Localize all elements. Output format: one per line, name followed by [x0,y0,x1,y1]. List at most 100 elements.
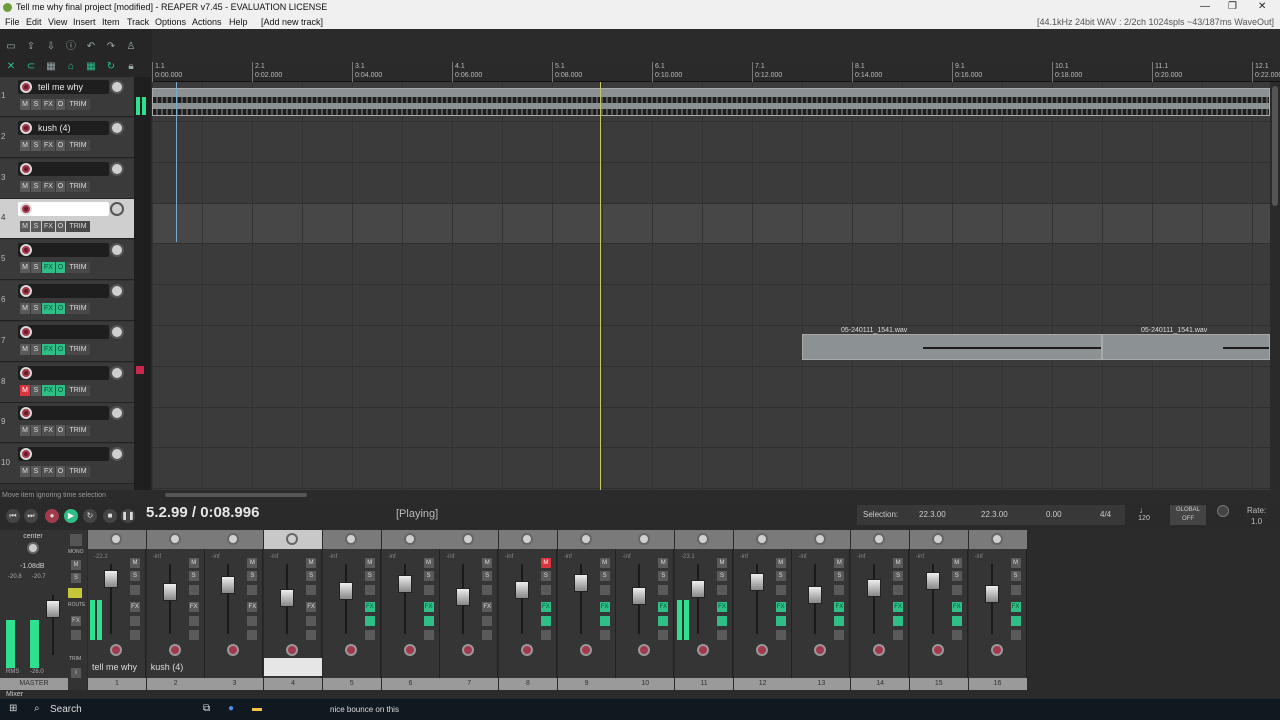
record-arm-icon[interactable] [579,644,592,656]
save-project-icon[interactable]: ⇩ [45,41,57,53]
strip-mute-button[interactable]: M [540,558,551,568]
solo-button[interactable]: S [31,384,41,396]
strip-fx-button[interactable]: FX [893,602,904,612]
track-header[interactable]: 7 M S FX O TRIM [0,321,134,362]
record-arm-icon[interactable] [462,644,475,656]
menu-actions[interactable]: Actions [192,17,222,27]
record-arm-icon[interactable] [20,121,32,134]
menu-options[interactable]: Options [155,17,186,27]
mixer-strip[interactable]: -inf M S FX 15 [909,530,968,690]
strip-name[interactable] [851,658,909,676]
track-header[interactable]: 1 tell me why M S FX O TRIM [0,77,134,117]
fx-bypass-button[interactable]: O [56,99,65,110]
fx-bypass-button[interactable]: O [56,343,65,355]
fx-button[interactable]: FX [42,180,55,192]
track-header[interactable]: 2 kush (4) M S FX O TRIM [0,117,134,158]
mute-button[interactable]: M [20,262,30,274]
strip-route-button[interactable] [188,630,199,640]
strip-fx-button[interactable]: FX [1010,602,1021,612]
strip-fx-bypass-button[interactable] [599,616,610,626]
fx-button[interactable]: FX [42,139,55,151]
fx-bypass-button[interactable]: O [56,466,65,478]
master-route-button[interactable]: ROUTE [68,602,86,608]
fx-bypass-button[interactable]: O [56,221,65,233]
strip-fx-button[interactable]: FX [834,602,845,612]
menu-add-new-track[interactable]: [Add new track] [261,17,323,27]
selection-start[interactable]: 22.3.00 [919,510,946,519]
strip-phase-button[interactable] [775,585,786,595]
strip-route-button[interactable] [951,630,962,640]
strip-fx-bypass-button[interactable] [775,616,786,626]
strip-phase-button[interactable] [482,585,493,595]
metronome-icon[interactable]: ♙ [125,41,137,53]
strip-mute-button[interactable]: M [247,558,258,568]
fader-cap[interactable] [691,580,705,598]
strip-name[interactable] [734,658,792,676]
strip-name[interactable] [616,658,674,676]
strip-fx-button[interactable]: FX [540,602,551,612]
strip-solo-button[interactable]: S [540,571,551,581]
strip-name[interactable] [910,658,968,676]
strip-fx-bypass-button[interactable] [188,616,199,626]
strip-route-button[interactable] [1010,630,1021,640]
mixer-strip[interactable]: -inf M S FX 13 [792,530,851,690]
fader-cap[interactable] [749,573,764,591]
solo-button[interactable]: S [31,180,41,192]
strip-fx-button[interactable]: FX [951,602,962,612]
strip-solo-button[interactable]: S [423,571,434,581]
mute-button[interactable]: M [20,425,30,437]
fader-cap[interactable] [456,588,471,606]
fader-cap[interactable] [867,579,882,597]
fx-bypass-button[interactable]: O [56,384,65,396]
pan-knob[interactable] [344,533,357,545]
mixer-strip[interactable]: -inf M S FX 3 [205,530,264,690]
master-mute-button[interactable]: M [71,560,81,570]
strip-solo-button[interactable]: S [306,571,317,581]
track-header[interactable]: 9 M S FX O TRIM [0,403,134,444]
strip-solo-button[interactable]: S [364,571,375,581]
strip-fx-bypass-button[interactable] [834,616,845,626]
strip-fx-button[interactable]: FX [130,602,140,612]
record-arm-icon[interactable] [814,644,827,656]
fader-cap[interactable] [338,582,353,600]
solo-button[interactable]: S [31,221,41,233]
volume-knob[interactable] [110,202,124,217]
master-info-icon[interactable]: i [71,668,81,678]
record-arm-icon[interactable] [520,644,533,656]
mixer-strip[interactable]: -23.1 M S FX 11 [675,530,733,690]
strip-name[interactable] [323,658,381,676]
strip-name[interactable]: tell me why [88,658,146,676]
record-arm-icon[interactable] [20,162,32,175]
mute-button[interactable]: M [20,99,30,110]
strip-phase-button[interactable] [306,585,317,595]
strip-name[interactable] [382,658,440,676]
fx-bypass-button[interactable]: O [56,425,65,437]
strip-phase-button[interactable] [423,585,434,595]
strip-fx-bypass-button[interactable] [951,616,962,626]
minimize-button[interactable]: — [1200,1,1210,12]
playrate[interactable]: Rate: 1.0 [1247,505,1266,527]
volume-knob[interactable] [110,284,124,298]
track-header[interactable]: 10 M S FX O TRIM [0,444,134,485]
strip-route-button[interactable] [893,630,904,640]
strip-phase-button[interactable] [658,585,669,595]
record-arm-icon[interactable] [755,644,768,656]
strip-name[interactable] [499,658,557,676]
mute-button[interactable]: M [20,466,30,478]
strip-name[interactable] [792,658,850,676]
master-mono-button[interactable]: MONO [68,549,84,555]
mixer-strip[interactable]: -inf M S FX 9 [557,530,616,690]
strip-mute-button[interactable]: M [599,558,610,568]
volume-knob[interactable] [110,120,124,135]
record-arm-icon[interactable] [990,644,1003,656]
undo-icon[interactable]: ↶ [85,41,97,53]
master-pan-knob[interactable] [27,542,39,554]
record-arm-icon[interactable] [344,644,357,656]
strip-solo-button[interactable]: S [951,571,962,581]
record-arm-icon[interactable] [110,644,122,656]
strip-fx-button[interactable]: FX [247,602,258,612]
strip-name[interactable]: kush (4) [147,658,205,676]
maximize-button[interactable]: ❐ [1228,1,1237,12]
fx-button[interactable]: FX [42,425,55,437]
mixer-strip[interactable]: -inf M S FX 12 [733,530,792,690]
